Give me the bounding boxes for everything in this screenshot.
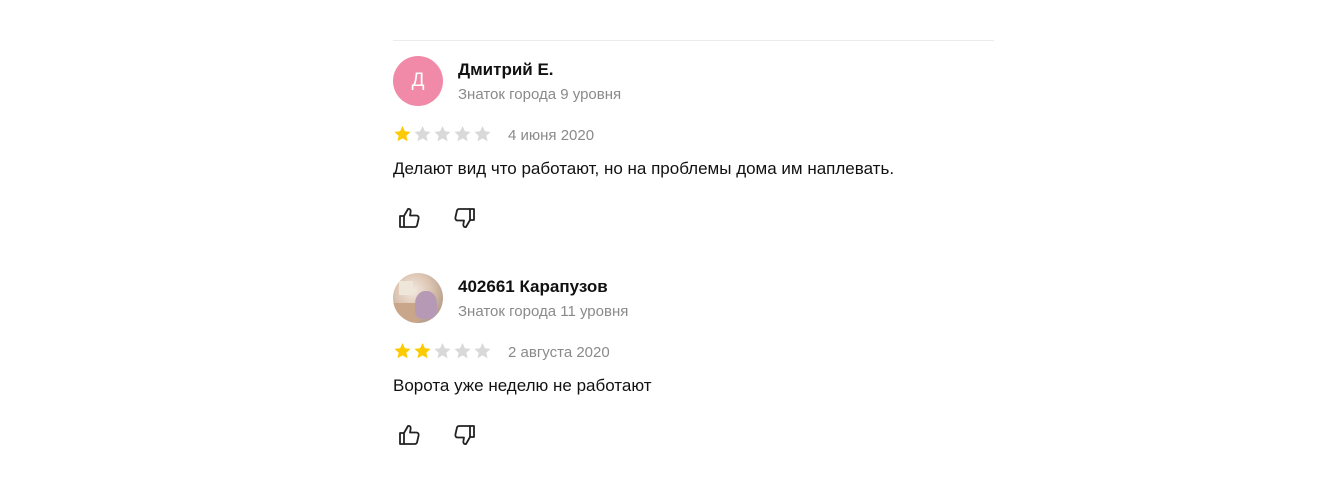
review-text: Ворота уже неделю не работают: [393, 376, 652, 395]
dislike-button[interactable]: [450, 420, 480, 450]
thumbs-up-icon: [399, 208, 420, 228]
star-empty-icon: [474, 126, 491, 142]
author-name[interactable]: Дмитрий Е.: [458, 60, 554, 80]
top-divider: [393, 40, 994, 41]
star-empty-icon: [454, 126, 471, 142]
thumbs-down-icon: [454, 208, 475, 228]
star-empty-icon: [414, 126, 431, 142]
avatar[interactable]: [393, 273, 443, 323]
avatar[interactable]: Д: [393, 56, 443, 106]
author-name[interactable]: 402661 Карапузов: [458, 277, 608, 297]
star-empty-icon: [434, 126, 451, 142]
star-filled-icon: [394, 126, 411, 142]
star-empty-icon: [454, 343, 471, 359]
star-empty-icon: [434, 343, 451, 359]
star-filled-icon: [414, 343, 431, 359]
author-level: Знаток города 11 уровня: [458, 303, 629, 320]
star-empty-icon: [474, 343, 491, 359]
review-date: 4 июня 2020: [508, 127, 595, 144]
author-level: Знаток города 9 уровня: [458, 86, 622, 103]
review-text: Делают вид что работают, но на проблемы …: [393, 159, 895, 178]
rating-stars: [393, 342, 492, 360]
thumbs-up-icon: [399, 425, 420, 445]
like-button[interactable]: [394, 420, 424, 450]
dislike-button[interactable]: [450, 203, 480, 233]
like-button[interactable]: [394, 203, 424, 233]
review-date: 2 августа 2020: [508, 344, 610, 361]
thumbs-down-icon: [454, 425, 475, 445]
star-filled-icon: [394, 343, 411, 359]
rating-stars: [393, 125, 492, 143]
